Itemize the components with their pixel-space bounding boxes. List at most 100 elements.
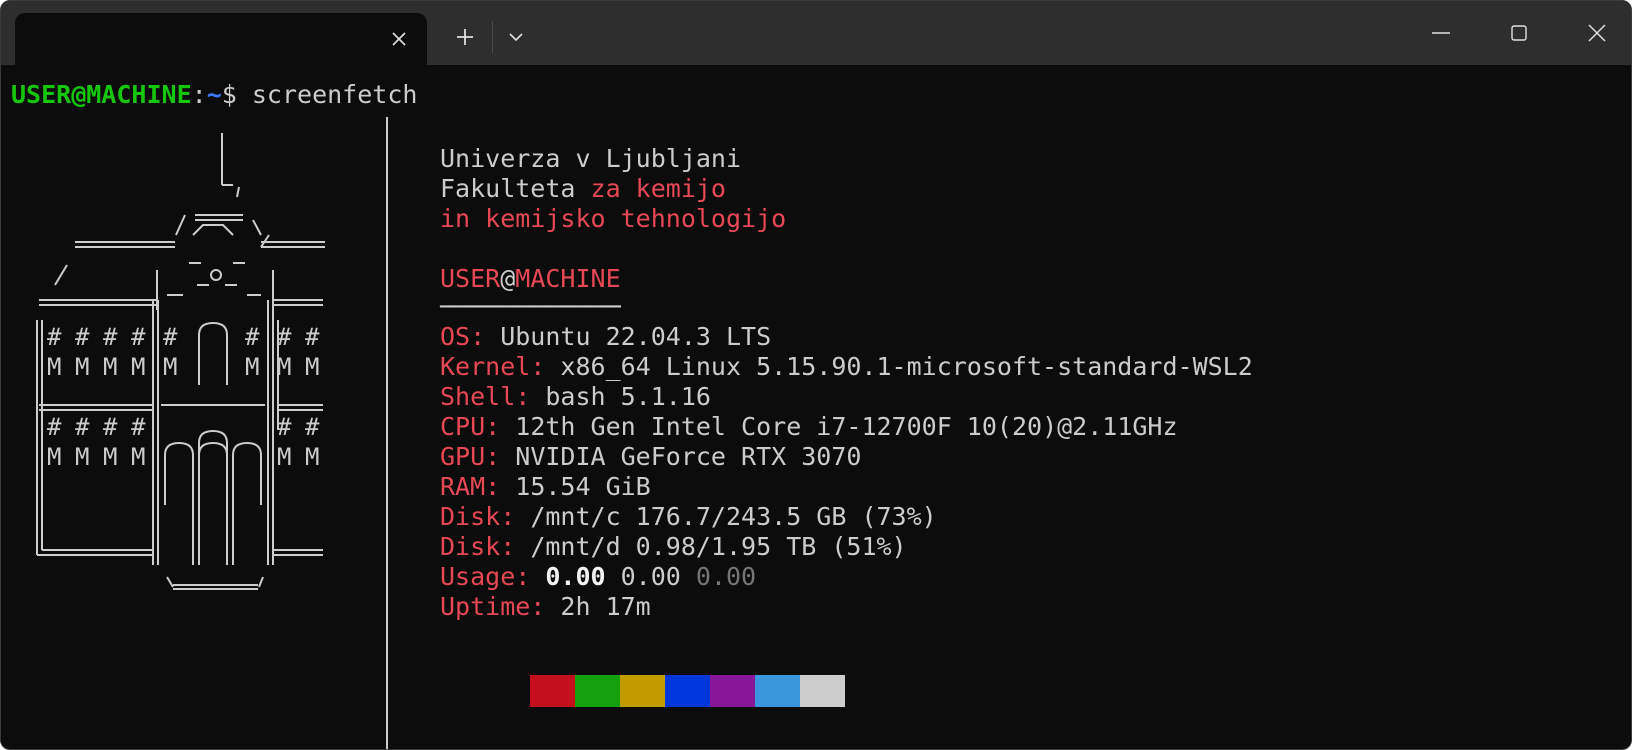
info-row-disk-d: Disk: /mnt/d 0.98/1.95 TB (51%) xyxy=(440,531,907,562)
svg-text:#: # xyxy=(103,413,118,441)
usage-load-15: 0.00 xyxy=(680,562,757,591)
svg-text:#: # xyxy=(277,413,292,441)
terminal-output[interactable]: USER@MACHINE:~$ screenfetch # # # # # # … xyxy=(1,65,1631,749)
info-row-disk-c: Disk: /mnt/c 176.7/243.5 GB (73%) xyxy=(440,501,937,532)
info-key: Disk: xyxy=(440,532,516,561)
building-logo-icon: # # # # # # # # MMMM MMMM # # # # # # MMMM MM xyxy=(36,133,325,590)
svg-text:M: M xyxy=(277,443,291,471)
divider-line xyxy=(386,117,388,749)
svg-text:M: M xyxy=(75,353,89,381)
info-user: USER xyxy=(440,264,501,293)
svg-text:#: # xyxy=(305,323,320,351)
terminal-tab[interactable] xyxy=(15,13,427,65)
prompt-line: USER@MACHINE:~$ screenfetch xyxy=(11,79,417,110)
svg-text:#: # xyxy=(103,323,118,351)
info-at: @ xyxy=(500,264,516,293)
org-name: Univerza v Ljubljani xyxy=(440,144,742,173)
info-key: Usage: xyxy=(440,562,531,591)
info-key: CPU: xyxy=(440,412,501,441)
info-key: GPU: xyxy=(440,442,501,471)
info-value: /mnt/c 176.7/243.5 GB (73%) xyxy=(515,502,937,531)
info-value: x86_64 Linux 5.15.90.1-microsoft-standar… xyxy=(545,352,1253,381)
org-faculty-rest: in kemijsko tehnologijo xyxy=(440,204,787,233)
color-swatch-yellow xyxy=(620,675,665,707)
maximize-icon xyxy=(1511,25,1527,41)
prompt-dollar: $ xyxy=(221,80,237,109)
chevron-down-icon xyxy=(509,33,523,42)
info-key: Uptime: xyxy=(440,592,546,621)
color-swatch-blue xyxy=(665,675,710,707)
org-line-3: in kemijsko tehnologijo xyxy=(440,203,786,234)
svg-text:#: # xyxy=(163,323,178,351)
usage-load-5: 0.00 xyxy=(605,562,681,591)
info-row-kernel: Kernel: x86_64 Linux 5.15.90.1-microsoft… xyxy=(440,351,1253,382)
prompt-path: ~ xyxy=(206,80,222,109)
svg-text:#: # xyxy=(47,413,62,441)
terminal-window: USER@MACHINE:~$ screenfetch # # # # # # … xyxy=(0,0,1632,750)
svg-text:#: # xyxy=(75,323,90,351)
prompt-user-host: USER@MACHINE xyxy=(11,80,192,109)
svg-text:#: # xyxy=(75,413,90,441)
tab-separator xyxy=(492,21,493,53)
minimize-button[interactable] xyxy=(1418,13,1464,53)
prompt-colon: : xyxy=(191,80,207,109)
svg-text:M: M xyxy=(277,353,291,381)
info-value: Ubuntu 22.04.3 LTS xyxy=(485,322,772,351)
org-faculty-red: za kemijo xyxy=(590,174,726,203)
user-underline: ──────────── xyxy=(440,292,621,321)
color-swatch-white xyxy=(800,675,845,707)
svg-text:M: M xyxy=(305,443,319,471)
info-key: Disk: xyxy=(440,502,516,531)
svg-text:#: # xyxy=(131,323,146,351)
org-faculty: Fakulteta xyxy=(440,174,591,203)
info-row-shell: Shell: bash 5.1.16 xyxy=(440,381,711,412)
info-key: OS: xyxy=(440,322,486,351)
plus-icon xyxy=(457,29,473,45)
svg-text:M: M xyxy=(47,353,61,381)
usage-load-1: 0.00 xyxy=(530,562,606,591)
new-tab-button[interactable] xyxy=(449,21,481,53)
info-key: RAM: xyxy=(440,472,501,501)
svg-text:#: # xyxy=(277,323,292,351)
info-row-uptime: Uptime: 2h 17m xyxy=(440,591,651,622)
info-machine: MACHINE xyxy=(515,264,621,293)
org-line-2: Fakulteta za kemijo xyxy=(440,173,726,204)
svg-text:M: M xyxy=(103,443,117,471)
color-swatch-magenta xyxy=(710,675,755,707)
info-value: NVIDIA GeForce RTX 3070 xyxy=(500,442,862,471)
title-bar xyxy=(1,1,1631,65)
svg-text:M: M xyxy=(47,443,61,471)
svg-text:#: # xyxy=(47,323,62,351)
info-key: Kernel: xyxy=(440,352,546,381)
svg-text:#: # xyxy=(131,413,146,441)
svg-text:M: M xyxy=(163,353,177,381)
svg-text:M: M xyxy=(131,353,145,381)
info-row-gpu: GPU: NVIDIA GeForce RTX 3070 xyxy=(440,441,861,472)
user-machine-line: USER@MACHINE xyxy=(440,263,621,294)
info-key: Shell: xyxy=(440,382,531,411)
info-row-usage: Usage: 0.00 0.00 0.00 xyxy=(440,561,756,592)
svg-text:M: M xyxy=(131,443,145,471)
svg-text:M: M xyxy=(75,443,89,471)
color-swatch-red xyxy=(530,675,575,707)
svg-text:M: M xyxy=(103,353,117,381)
minimize-icon xyxy=(1432,32,1450,34)
svg-text:#: # xyxy=(245,323,260,351)
info-value: /mnt/d 0.98/1.95 TB (51%) xyxy=(515,532,907,561)
info-row-os: OS: Ubuntu 22.04.3 LTS xyxy=(440,321,771,352)
info-value: 12th Gen Intel Core i7-12700F 10(20)@2.1… xyxy=(500,412,1178,441)
close-window-button[interactable] xyxy=(1574,13,1620,53)
maximize-button[interactable] xyxy=(1496,13,1542,53)
svg-text:M: M xyxy=(245,353,259,381)
svg-text:#: # xyxy=(305,413,320,441)
color-swatch-green xyxy=(575,675,620,707)
info-value: 2h 17m xyxy=(545,592,651,621)
info-row-ram: RAM: 15.54 GiB xyxy=(440,471,651,502)
tab-dropdown-button[interactable] xyxy=(500,21,532,53)
org-line-1: Univerza v Ljubljani xyxy=(440,143,741,174)
color-palette xyxy=(530,675,845,707)
info-row-cpu: CPU: 12th Gen Intel Core i7-12700F 10(20… xyxy=(440,411,1178,442)
info-value: bash 5.1.16 xyxy=(530,382,711,411)
close-icon[interactable] xyxy=(385,25,413,53)
info-value: 15.54 GiB xyxy=(500,472,651,501)
